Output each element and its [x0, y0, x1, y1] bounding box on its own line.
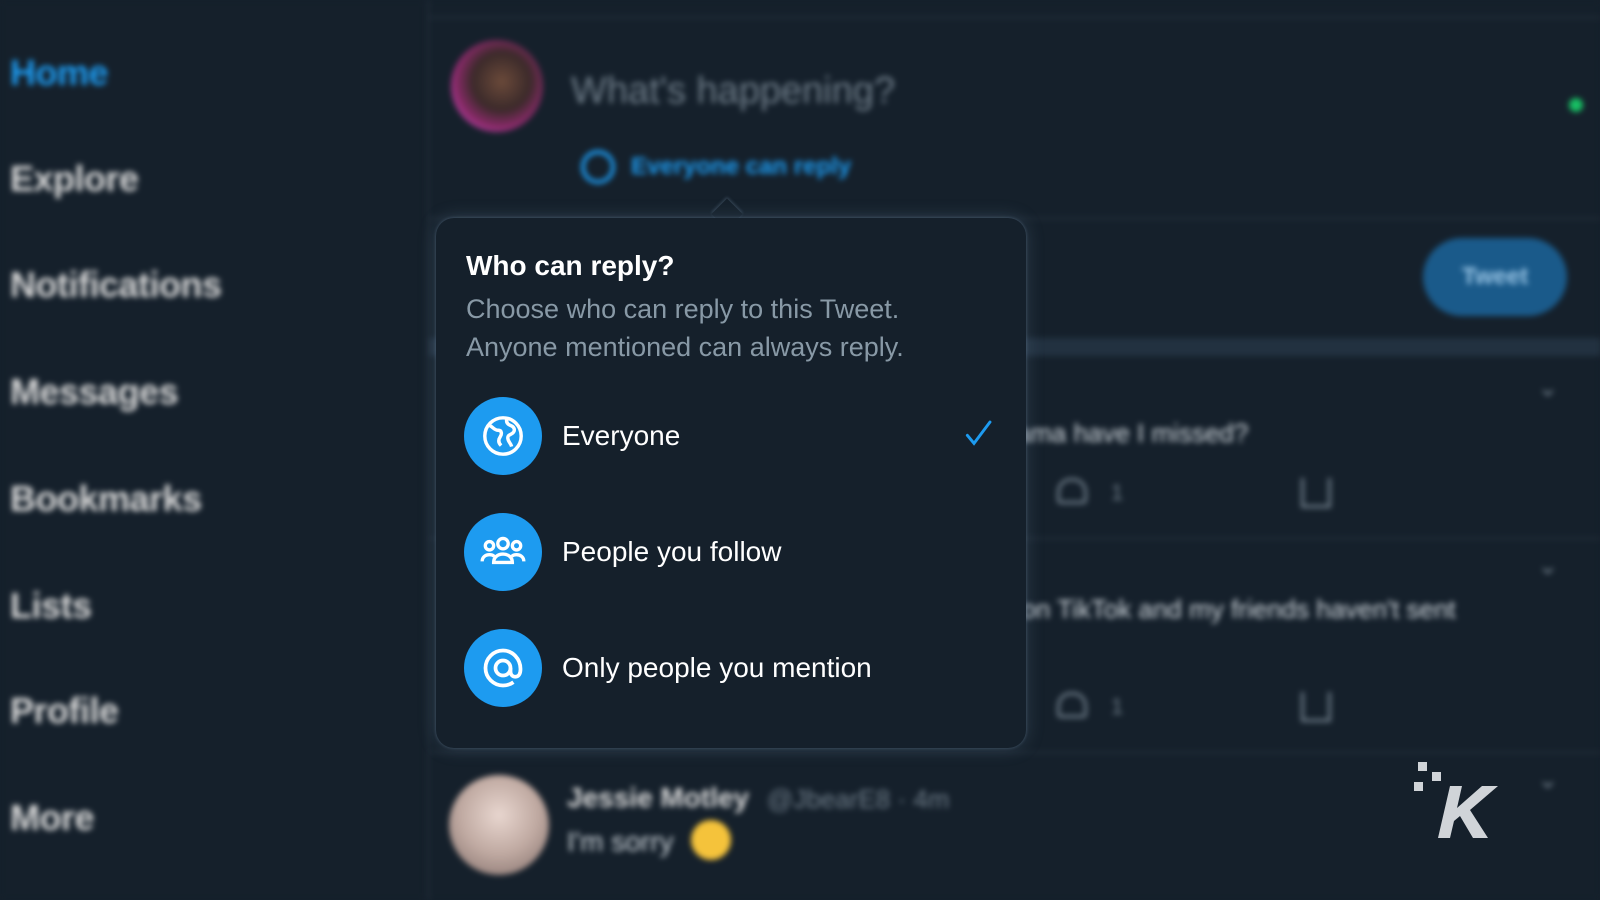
sidebar-item-messages[interactable]: Messages	[10, 371, 179, 413]
watermark-logo	[1412, 758, 1508, 848]
chevron-down-icon[interactable]: ⌄	[1537, 550, 1559, 581]
check-icon	[962, 418, 994, 455]
heart-icon[interactable]	[1057, 478, 1087, 504]
sidebar-item-home[interactable]: Home	[10, 52, 109, 94]
avatar[interactable]	[451, 40, 543, 132]
popup-subtitle: Choose who can reply to this Tweet. Anyo…	[466, 294, 904, 362]
chevron-down-icon[interactable]: ⌄	[1537, 372, 1559, 403]
sidebar-item-notifications[interactable]: Notifications	[10, 264, 222, 306]
sidebar-item-lists[interactable]: Lists	[10, 585, 92, 627]
option-label: Only people you mention	[562, 652, 872, 683]
composer-input[interactable]: What's happening?	[571, 70, 895, 113]
option-only-people-you-mention[interactable]: Only people you mention	[464, 628, 994, 708]
sidebar-item-bookmarks[interactable]: Bookmarks	[10, 478, 202, 520]
emoji-icon	[691, 820, 731, 860]
sidebar-item-explore[interactable]: Explore	[10, 158, 139, 200]
option-label: Everyone	[562, 420, 681, 451]
globe-icon	[581, 150, 615, 184]
tweet-text: t on TikTok and my friends haven't sent	[1007, 594, 1456, 624]
share-icon[interactable]	[1301, 478, 1331, 508]
share-icon[interactable]	[1301, 692, 1331, 722]
who-can-reply-popup: Who can reply? Choose who can reply to t…	[436, 218, 1026, 748]
tweet-author[interactable]: Jessie Motley	[567, 782, 749, 814]
people-icon	[464, 513, 542, 591]
reply-setting-button[interactable]: Everyone can reply	[581, 150, 851, 184]
tweet-handle: @JbearE8 · 4m	[767, 784, 950, 814]
globe-icon	[464, 397, 542, 475]
tweet-text: I'm sorry	[567, 826, 674, 857]
sidebar-item-profile[interactable]: Profile	[10, 690, 119, 732]
heart-icon[interactable]	[1057, 692, 1087, 718]
tweet-button[interactable]: Tweet	[1423, 238, 1567, 316]
sidebar-item-more[interactable]: More	[10, 797, 95, 839]
tweet-text: rama have I missed?	[1007, 418, 1249, 448]
avatar[interactable]	[449, 775, 549, 875]
option-people-you-follow[interactable]: People you follow	[464, 512, 994, 592]
popup-title: Who can reply?	[466, 250, 675, 281]
like-count: 1	[1111, 480, 1124, 505]
top-bar	[429, 0, 1600, 18]
like-count: 1	[1111, 694, 1124, 719]
sidebar-nav: Home Explore Notifications Messages Book…	[0, 0, 425, 900]
divider	[429, 752, 1600, 753]
chevron-down-icon[interactable]: ⌄	[1537, 764, 1559, 795]
option-label: People you follow	[562, 536, 782, 567]
option-everyone[interactable]: Everyone	[464, 396, 994, 476]
reply-setting-label: Everyone can reply	[631, 153, 852, 180]
status-dot	[1569, 98, 1583, 112]
at-icon	[464, 629, 542, 707]
